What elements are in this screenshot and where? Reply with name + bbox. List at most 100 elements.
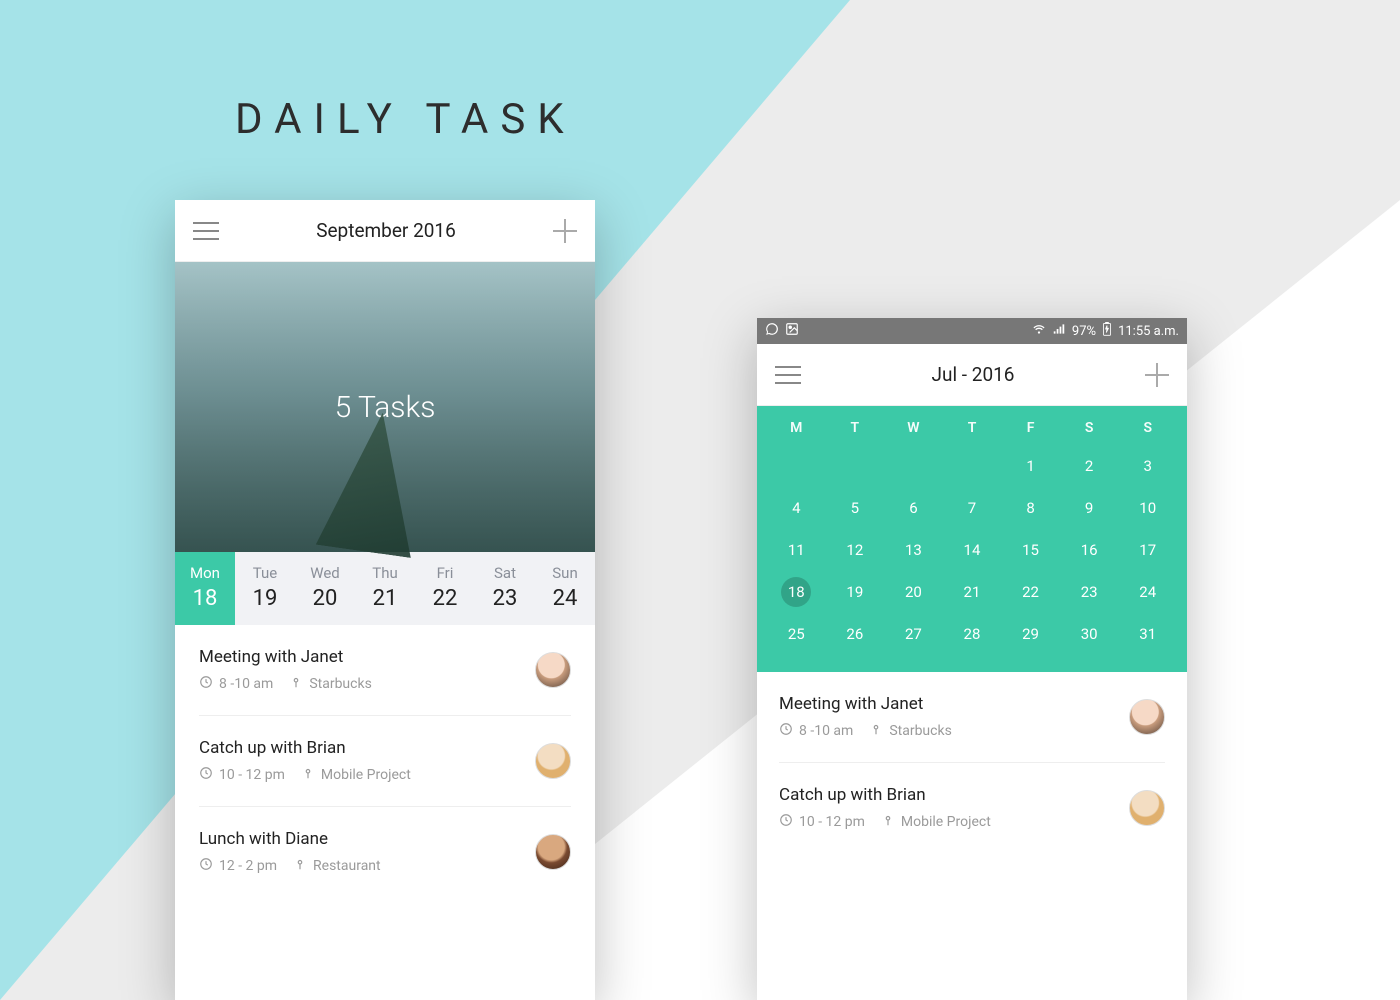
week-day[interactable]: Sat 23 bbox=[475, 552, 535, 625]
calendar-day[interactable]: 28 bbox=[943, 622, 1002, 646]
calendar-day[interactable]: 31 bbox=[1118, 622, 1177, 646]
appbar-title: September 2016 bbox=[316, 219, 456, 242]
calendar-day[interactable]: 24 bbox=[1118, 580, 1177, 604]
task-item[interactable]: Catch up with Brian10 - 12 pmMobile Proj… bbox=[779, 763, 1165, 853]
calendar-day[interactable]: 30 bbox=[1060, 622, 1119, 646]
add-button[interactable] bbox=[1145, 363, 1169, 387]
calendar-dow: S bbox=[1060, 420, 1119, 436]
hero-task-count: 5 Tasks bbox=[335, 390, 436, 425]
whatsapp-icon bbox=[765, 322, 779, 340]
task-item[interactable]: Meeting with Janet8 -10 amStarbucks bbox=[199, 625, 571, 716]
month-calendar: MTWTFSS 12345678910111213141516171819202… bbox=[757, 406, 1187, 672]
calendar-day[interactable]: 14 bbox=[943, 538, 1002, 562]
calendar-day[interactable]: 19 bbox=[826, 580, 885, 604]
hero-banner: 5 Tasks bbox=[175, 262, 595, 552]
menu-icon[interactable] bbox=[775, 366, 801, 384]
clock-icon bbox=[199, 675, 213, 693]
calendar-day[interactable]: 2 bbox=[1060, 454, 1119, 478]
calendar-day[interactable]: 13 bbox=[884, 538, 943, 562]
calendar-day[interactable]: 22 bbox=[1001, 580, 1060, 604]
clock-icon bbox=[199, 766, 213, 784]
calendar-day[interactable]: 23 bbox=[1060, 580, 1119, 604]
calendar-day[interactable]: 15 bbox=[1001, 538, 1060, 562]
avatar bbox=[1129, 790, 1165, 826]
week-day-number: 24 bbox=[535, 586, 595, 611]
menu-icon[interactable] bbox=[193, 222, 219, 240]
clock-icon bbox=[779, 813, 793, 831]
week-day-number: 18 bbox=[175, 586, 235, 611]
calendar-day[interactable]: 21 bbox=[943, 580, 1002, 604]
task-time: 8 -10 am bbox=[799, 723, 853, 739]
week-day[interactable]: Wed20 bbox=[295, 552, 355, 625]
week-day-label: Sun bbox=[535, 564, 595, 582]
appbar: September 2016 bbox=[175, 200, 595, 262]
task-time: 8 -10 am bbox=[219, 676, 273, 692]
calendar-day[interactable]: 29 bbox=[1001, 622, 1060, 646]
screen-week-view: September 2016 5 Tasks Mon 18Tue19Wed20Th… bbox=[175, 200, 595, 1000]
week-day-number: 23 bbox=[475, 586, 535, 611]
avatar bbox=[535, 743, 571, 779]
status-time: 11:55 a.m. bbox=[1118, 324, 1179, 339]
calendar-day[interactable]: 17 bbox=[1118, 538, 1177, 562]
calendar-day bbox=[943, 454, 1002, 478]
calendar-day[interactable]: 6 bbox=[884, 496, 943, 520]
calendar-day[interactable]: 5 bbox=[826, 496, 885, 520]
calendar-day[interactable]: 26 bbox=[826, 622, 885, 646]
calendar-day[interactable]: 8 bbox=[1001, 496, 1060, 520]
task-place: Mobile Project bbox=[901, 814, 991, 830]
task-time: 12 - 2 pm bbox=[219, 858, 277, 874]
week-day[interactable]: Thu 21 bbox=[355, 552, 415, 625]
calendar-day[interactable]: 9 bbox=[1060, 496, 1119, 520]
calendar-dow: S bbox=[1118, 420, 1177, 436]
week-day[interactable]: Tue19 bbox=[235, 552, 295, 625]
week-day-number: 20 bbox=[295, 586, 355, 611]
calendar-day[interactable]: 11 bbox=[767, 538, 826, 562]
week-day[interactable]: Sun 24 bbox=[535, 552, 595, 625]
task-title: Catch up with Brian bbox=[199, 738, 535, 758]
week-day-label: Mon bbox=[175, 564, 235, 582]
calendar-day[interactable]: 1 bbox=[1001, 454, 1060, 478]
task-place: Starbucks bbox=[889, 723, 951, 739]
calendar-day[interactable]: 10 bbox=[1118, 496, 1177, 520]
calendar-day[interactable]: 4 bbox=[767, 496, 826, 520]
clock-icon bbox=[199, 857, 213, 875]
week-day-label: Sat bbox=[475, 564, 535, 582]
week-day-label: Tue bbox=[235, 564, 295, 582]
calendar-day[interactable]: 16 bbox=[1060, 538, 1119, 562]
image-icon bbox=[785, 322, 799, 340]
clock-icon bbox=[779, 722, 793, 740]
week-day[interactable]: Mon 18 bbox=[175, 552, 235, 625]
pin-icon bbox=[881, 813, 895, 831]
task-list: Meeting with Janet8 -10 amStarbucksCatch… bbox=[175, 625, 595, 897]
calendar-dow: T bbox=[826, 420, 885, 436]
task-title: Catch up with Brian bbox=[779, 785, 1129, 805]
week-day-label: Fri bbox=[415, 564, 475, 582]
avatar bbox=[1129, 699, 1165, 735]
week-day-number: 22 bbox=[415, 586, 475, 611]
appbar-title: Jul - 2016 bbox=[932, 363, 1015, 386]
week-day-number: 21 bbox=[355, 586, 415, 611]
signal-icon bbox=[1052, 322, 1066, 340]
calendar-day[interactable]: 27 bbox=[884, 622, 943, 646]
screen-month-view: 97% 11:55 a.m. Jul - 2016 MTWTFSS 123456… bbox=[757, 318, 1187, 1000]
calendar-day[interactable]: 12 bbox=[826, 538, 885, 562]
task-item[interactable]: Catch up with Brian10 - 12 pmMobile Proj… bbox=[199, 716, 571, 807]
calendar-day[interactable]: 20 bbox=[884, 580, 943, 604]
task-item[interactable]: Meeting with Janet8 -10 amStarbucks bbox=[779, 672, 1165, 763]
calendar-day bbox=[826, 454, 885, 478]
week-day-label: Thu bbox=[355, 564, 415, 582]
wifi-icon bbox=[1032, 322, 1046, 340]
pin-icon bbox=[869, 722, 883, 740]
week-day[interactable]: Fri 22 bbox=[415, 552, 475, 625]
add-button[interactable] bbox=[553, 219, 577, 243]
calendar-day[interactable]: 18 bbox=[767, 580, 826, 604]
calendar-day[interactable]: 3 bbox=[1118, 454, 1177, 478]
calendar-dow: M bbox=[767, 420, 826, 436]
calendar-day[interactable]: 25 bbox=[767, 622, 826, 646]
calendar-day[interactable]: 7 bbox=[943, 496, 1002, 520]
calendar-day bbox=[767, 454, 826, 478]
task-place: Restaurant bbox=[313, 858, 381, 874]
pin-icon bbox=[289, 675, 303, 693]
task-item[interactable]: Lunch with Diane12 - 2 pmRestaurant bbox=[199, 807, 571, 897]
task-list: Meeting with Janet8 -10 amStarbucksCatch… bbox=[757, 672, 1187, 853]
